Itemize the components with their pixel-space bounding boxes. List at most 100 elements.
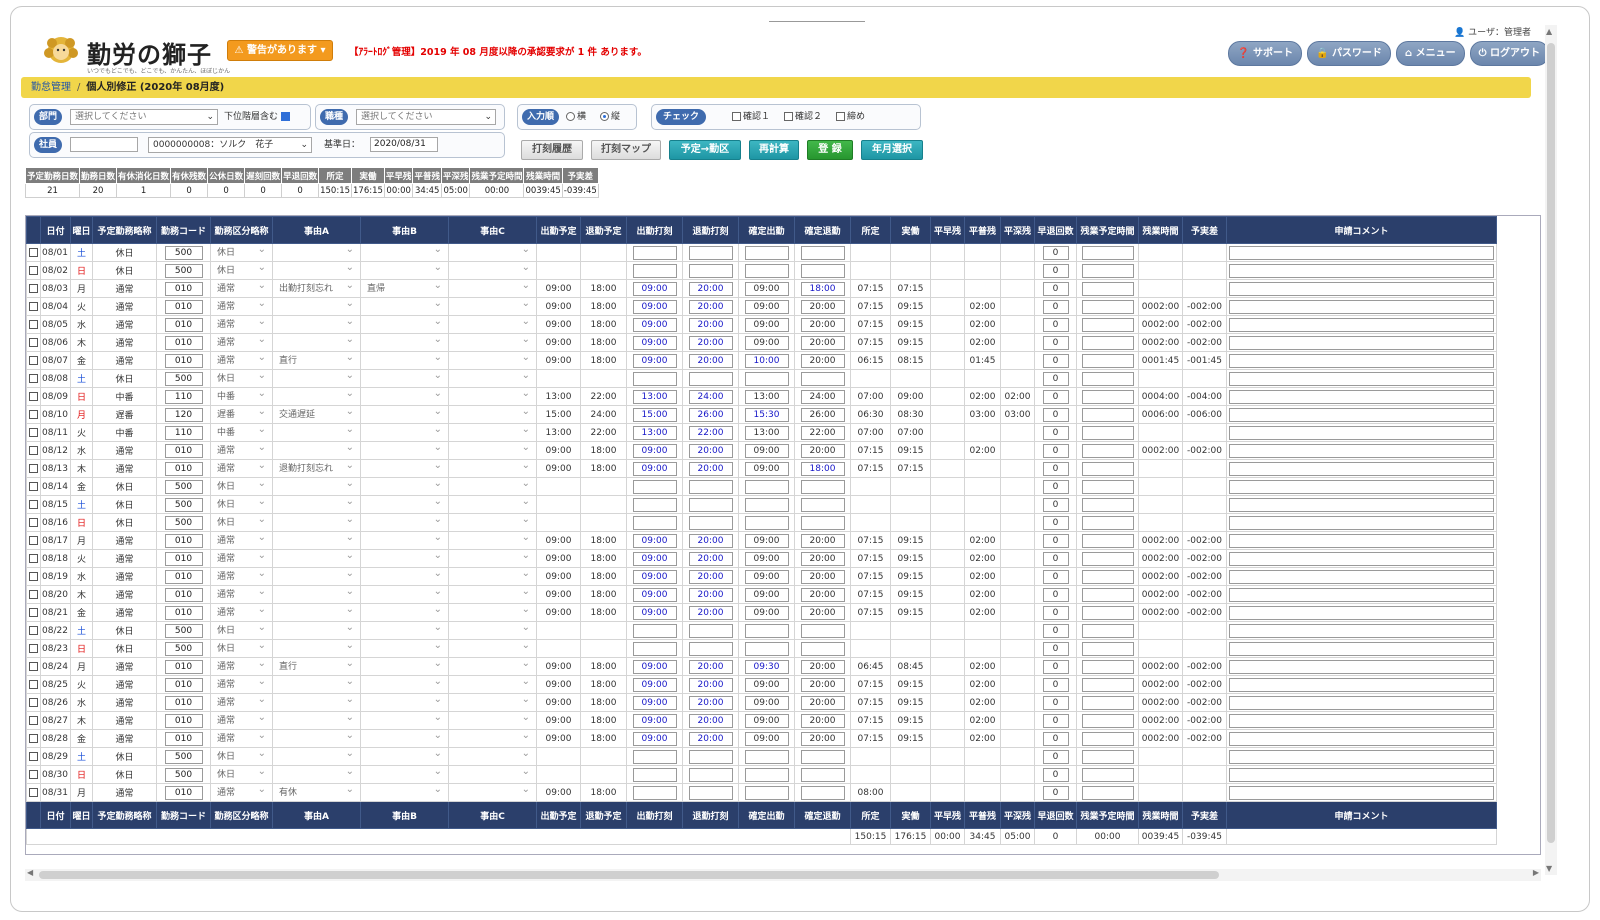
reason-c-select[interactable] xyxy=(451,299,534,314)
confirm-start-input[interactable] xyxy=(744,371,789,386)
reason-c-cell[interactable] xyxy=(448,243,537,262)
work-code-input[interactable]: 500 xyxy=(164,623,203,638)
end-stamp-input[interactable]: 20:00 xyxy=(688,281,733,296)
early-count-cell[interactable]: 0 xyxy=(1034,729,1077,748)
sub-dept-checkbox[interactable] xyxy=(280,112,290,121)
end-stamp-cell[interactable] xyxy=(682,513,739,532)
ot-plan-cell[interactable] xyxy=(1076,711,1139,730)
start-stamp-input[interactable]: 09:00 xyxy=(632,317,677,332)
comment-input[interactable] xyxy=(1229,551,1494,566)
comment-cell[interactable] xyxy=(1226,675,1497,694)
confirm-start-cell[interactable] xyxy=(738,621,795,640)
confirm-end-cell[interactable]: 20:00 xyxy=(794,315,851,334)
work-code-input[interactable]: 010 xyxy=(164,605,203,620)
work-code-input[interactable]: 010 xyxy=(164,335,203,350)
ot-plan-cell[interactable] xyxy=(1076,513,1139,532)
ot-plan-input[interactable] xyxy=(1081,317,1134,332)
start-stamp-cell[interactable]: 09:00 xyxy=(626,711,683,730)
confirm-end-cell[interactable] xyxy=(794,765,851,784)
reason-c-cell[interactable] xyxy=(448,585,537,604)
start-stamp-cell[interactable] xyxy=(626,261,683,280)
row-checkbox[interactable] xyxy=(29,373,38,383)
reason-c-select[interactable] xyxy=(451,479,534,494)
confirm-end-input[interactable]: 20:00 xyxy=(800,299,845,314)
end-stamp-cell[interactable] xyxy=(682,747,739,766)
reason-c-cell[interactable] xyxy=(448,441,537,460)
start-stamp-input[interactable]: 09:00 xyxy=(632,353,677,368)
end-stamp-input[interactable]: 20:00 xyxy=(688,713,733,728)
end-stamp-input[interactable]: 20:00 xyxy=(688,605,733,620)
early-count-cell[interactable]: 0 xyxy=(1034,549,1077,568)
dept-select[interactable]: 選択してください ⌄ xyxy=(70,109,218,125)
reason-a-select[interactable] xyxy=(275,299,358,314)
end-stamp-cell[interactable]: 20:00 xyxy=(682,549,739,568)
row-select-cell[interactable] xyxy=(26,423,41,442)
early-count-input[interactable]: 0 xyxy=(1042,263,1069,278)
early-count-cell[interactable]: 0 xyxy=(1034,387,1077,406)
reason-b-select[interactable] xyxy=(363,497,446,512)
end-stamp-input[interactable]: 20:00 xyxy=(688,461,733,476)
row-select-cell[interactable] xyxy=(26,315,41,334)
reason-c-cell[interactable] xyxy=(448,495,537,514)
work-code-cell[interactable]: 500 xyxy=(156,513,211,532)
row-checkbox[interactable] xyxy=(29,337,38,347)
comment-cell[interactable] xyxy=(1226,531,1497,550)
confirm-end-input[interactable]: 20:00 xyxy=(800,353,845,368)
confirm-end-input[interactable]: 20:00 xyxy=(800,551,845,566)
reason-a-select[interactable] xyxy=(275,533,358,548)
comment-input[interactable] xyxy=(1229,497,1494,512)
confirm-end-input[interactable]: 20:00 xyxy=(800,659,845,674)
confirm-start-cell[interactable]: 13:00 xyxy=(738,387,795,406)
row-select-cell[interactable] xyxy=(26,369,41,388)
confirm-end-input[interactable] xyxy=(800,515,845,530)
end-stamp-input[interactable]: 20:00 xyxy=(688,443,733,458)
horizontal-scroll-thumb[interactable] xyxy=(39,871,1219,879)
work-code-cell[interactable]: 500 xyxy=(156,369,211,388)
ot-plan-cell[interactable] xyxy=(1076,315,1139,334)
work-code-input[interactable]: 010 xyxy=(164,299,203,314)
confirm-end-input[interactable] xyxy=(800,245,845,260)
early-count-input[interactable]: 0 xyxy=(1042,353,1069,368)
work-code-cell[interactable]: 010 xyxy=(156,603,211,622)
confirm-start-input[interactable] xyxy=(744,767,789,782)
ot-plan-input[interactable] xyxy=(1081,515,1134,530)
work-kubun-select[interactable]: 通常 xyxy=(213,299,270,314)
reason-c-cell[interactable] xyxy=(448,513,537,532)
end-stamp-input[interactable] xyxy=(688,749,733,764)
confirm-end-input[interactable]: 20:00 xyxy=(800,335,845,350)
ot-plan-input[interactable] xyxy=(1081,605,1134,620)
reason-a-select[interactable] xyxy=(275,695,358,710)
ot-plan-input[interactable] xyxy=(1081,281,1134,296)
confirm-end-input[interactable]: 20:00 xyxy=(800,605,845,620)
reason-a-cell[interactable]: 出勤打刻忘れ xyxy=(272,279,361,298)
confirm-end-cell[interactable] xyxy=(794,639,851,658)
early-count-input[interactable]: 0 xyxy=(1042,317,1069,332)
work-kubun-cell[interactable]: 通常 xyxy=(210,279,273,298)
confirm-start-cell[interactable] xyxy=(738,747,795,766)
reason-a-select[interactable] xyxy=(275,731,358,746)
work-kubun-select[interactable]: 休日 xyxy=(213,245,270,260)
reason-c-select[interactable] xyxy=(451,389,534,404)
confirm-start-cell[interactable]: 09:00 xyxy=(738,585,795,604)
work-code-cell[interactable]: 010 xyxy=(156,783,211,802)
reason-b-cell[interactable] xyxy=(360,495,449,514)
ot-plan-input[interactable] xyxy=(1081,443,1134,458)
confirm-end-cell[interactable]: 20:00 xyxy=(794,657,851,676)
row-checkbox[interactable] xyxy=(29,517,38,527)
confirm-end-cell[interactable]: 20:00 xyxy=(794,693,851,712)
comment-cell[interactable] xyxy=(1226,513,1497,532)
ot-plan-cell[interactable] xyxy=(1076,729,1139,748)
work-kubun-cell[interactable]: 休日 xyxy=(210,369,273,388)
early-count-cell[interactable]: 0 xyxy=(1034,603,1077,622)
confirm-start-cell[interactable]: 09:00 xyxy=(738,549,795,568)
confirm-start-input[interactable]: 09:00 xyxy=(744,443,789,458)
row-checkbox[interactable] xyxy=(29,553,38,563)
reason-b-cell[interactable] xyxy=(360,585,449,604)
reason-a-select[interactable]: 退勤打刻忘れ xyxy=(275,461,358,476)
end-stamp-input[interactable]: 22:00 xyxy=(688,425,733,440)
reason-c-cell[interactable] xyxy=(448,567,537,586)
confirm-end-input[interactable] xyxy=(800,479,845,494)
start-stamp-input[interactable]: 09:00 xyxy=(632,659,677,674)
work-kubun-select[interactable]: 休日 xyxy=(213,515,270,530)
reason-a-cell[interactable] xyxy=(272,675,361,694)
